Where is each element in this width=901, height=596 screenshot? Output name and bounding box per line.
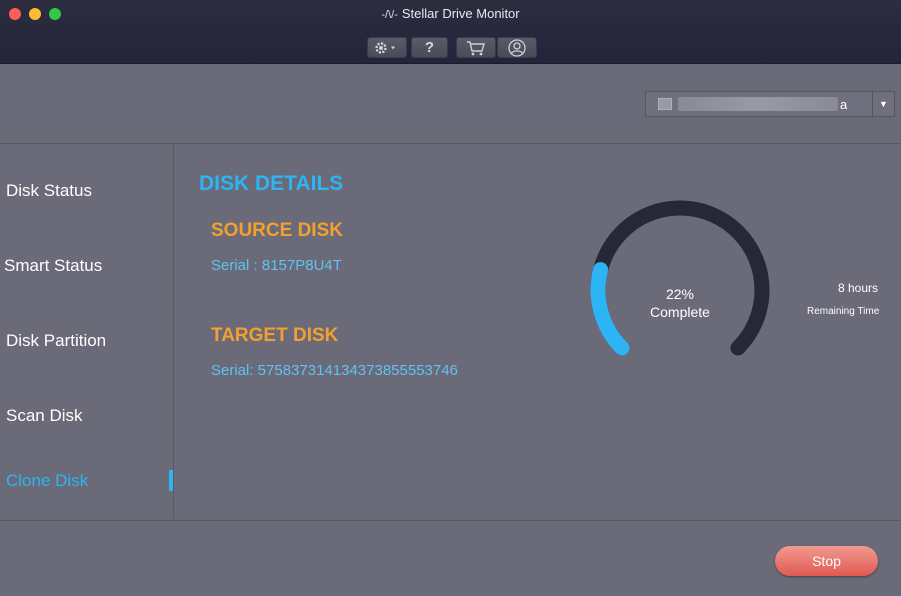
title-bar: -/\/- Stellar Drive Monitor ? [0, 0, 901, 64]
drive-name-suffix: a [840, 96, 848, 112]
account-button[interactable] [497, 37, 537, 58]
gauge-fill [590, 262, 630, 356]
sidebar-item-clone-disk[interactable]: Clone Disk [6, 471, 88, 491]
stop-button[interactable]: Stop [775, 546, 878, 576]
help-icon: ? [424, 39, 435, 56]
progress-percent: 22% [665, 286, 695, 302]
remaining-time-value: 8 hours [838, 281, 879, 295]
active-indicator [169, 470, 173, 491]
window-title-text: Stellar Drive Monitor [401, 6, 520, 21]
sidebar-item-smart-status[interactable]: Smart Status [4, 256, 102, 276]
target-serial: Serial: 575837314134373855553746 [211, 362, 458, 379]
settings-button[interactable] [367, 37, 407, 58]
sidebar-item-scan-disk[interactable]: Scan Disk [6, 406, 83, 426]
user-icon [508, 38, 526, 57]
source-disk-heading: SOURCE DISK [211, 220, 343, 241]
progress-complete-label: Complete [650, 304, 710, 320]
gauge-track [590, 200, 770, 356]
buy-button[interactable] [456, 37, 496, 58]
sidebar-item-disk-partition[interactable]: Disk Partition [6, 331, 106, 351]
drive-name-redacted [678, 97, 838, 111]
remaining-time-label: Remaining Time [807, 306, 880, 317]
drive-icon [658, 98, 672, 110]
gear-icon [375, 41, 395, 54]
divider-bottom [0, 520, 901, 521]
cart-icon [467, 40, 485, 55]
pulse-icon: -/\/- [381, 9, 398, 21]
drive-selector[interactable]: a ▼ [645, 91, 895, 117]
dropdown-arrow-icon[interactable]: ▼ [872, 92, 894, 116]
disk-details-heading: DISK DETAILS [199, 172, 344, 195]
sidebar-item-disk-status[interactable]: Disk Status [6, 181, 92, 201]
window-title: -/\/- Stellar Drive Monitor [0, 6, 901, 21]
target-disk-heading: TARGET DISK [211, 325, 339, 346]
help-button[interactable]: ? [411, 37, 448, 58]
progress-readout: 22% Complete [630, 285, 730, 321]
source-serial: Serial : 8157P8U4T [211, 257, 342, 274]
